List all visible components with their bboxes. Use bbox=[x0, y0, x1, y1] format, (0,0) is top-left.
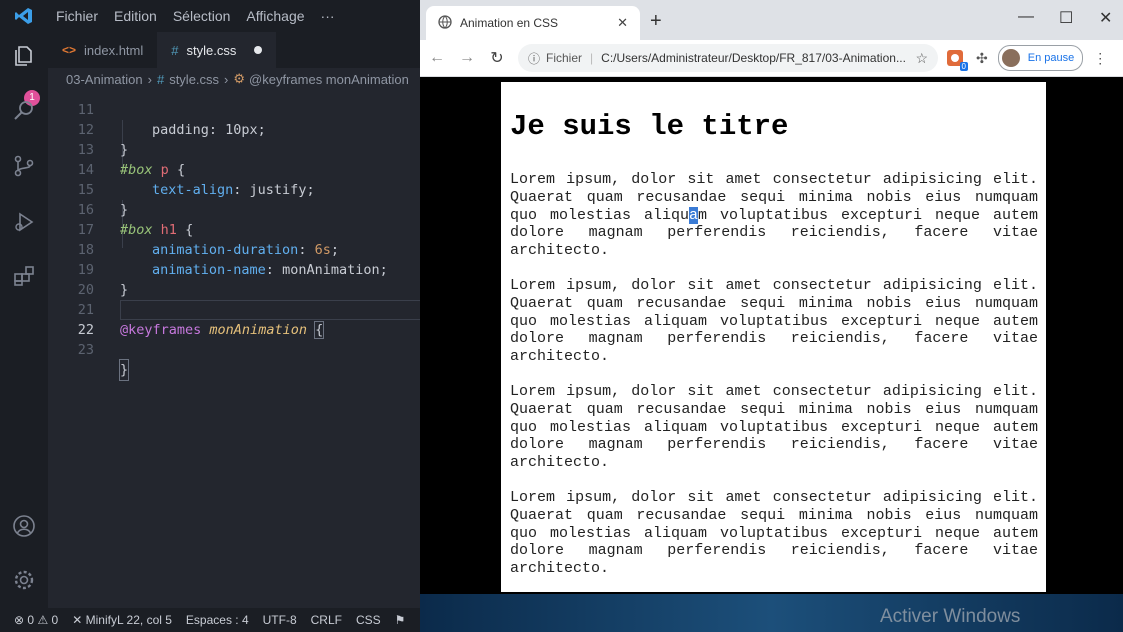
bookmark-star-icon[interactable]: ☆ bbox=[915, 50, 928, 67]
code-line: 11 padding: 10px; bbox=[77, 102, 266, 138]
css-file-icon: # bbox=[156, 71, 165, 87]
html-file-icon: <> bbox=[62, 43, 77, 57]
paragraph: Lorem ipsum, dolor sit amet consectetur … bbox=[510, 171, 1038, 260]
extension-icon[interactable]: 0 bbox=[946, 49, 968, 71]
activity-bar: 1 bbox=[0, 32, 48, 608]
menu-more[interactable]: ··· bbox=[313, 8, 343, 24]
problems-status[interactable]: ⊗ 0 ⚠ 0 bbox=[14, 613, 58, 627]
tab-index-html[interactable]: <> index.html bbox=[48, 32, 157, 68]
extensions-puzzle-icon[interactable]: ✣ bbox=[976, 50, 988, 67]
code-line: 21 @keyframes monAnimation { bbox=[77, 302, 325, 339]
symbol-icon: ⚙ bbox=[233, 71, 246, 86]
extension-badge: 0 bbox=[959, 62, 968, 71]
status-bar: ⊗ 0 ⚠ 0 ✕ Minify L 22, col 5 Espaces : 4… bbox=[0, 608, 435, 632]
globe-icon bbox=[438, 14, 452, 32]
web-page: Je suis le titre Lorem ipsum, dolor sit … bbox=[501, 82, 1046, 592]
info-icon[interactable]: ⓘ bbox=[528, 50, 540, 67]
menu-affichage[interactable]: Affichage bbox=[238, 8, 312, 24]
code-line: 17 animation-duration: 6s; bbox=[77, 222, 339, 258]
menu-selection[interactable]: Sélection bbox=[165, 8, 239, 24]
editor-tabs: <> index.html # style.css bbox=[48, 32, 420, 68]
code-line: 19 } bbox=[77, 262, 129, 298]
back-arrow-icon[interactable]: ← bbox=[424, 49, 450, 67]
eol-status[interactable]: CRLF bbox=[311, 613, 342, 627]
minify-status[interactable]: ✕ Minify bbox=[72, 613, 117, 627]
code-line: 14 text-align: justify; bbox=[77, 162, 315, 198]
browser-window: Animation en CSS ✕ + — ☐ ✕ ← → ↻ ⓘ Fichi… bbox=[420, 0, 1123, 632]
cursor-position[interactable]: L 22, col 5 bbox=[117, 613, 172, 627]
tab-label: style.css bbox=[186, 42, 237, 58]
code-line: 15 } bbox=[77, 182, 129, 218]
code-line: 13 #box p { bbox=[77, 142, 186, 178]
run-debug-icon[interactable] bbox=[12, 210, 36, 234]
close-window-icon[interactable]: ✕ bbox=[1099, 8, 1112, 28]
code-line: 16 #box h1 { bbox=[77, 202, 194, 238]
minify-icon: ✕ bbox=[72, 613, 83, 627]
breadcrumb-file[interactable]: style.css bbox=[169, 72, 219, 87]
code-editor[interactable]: 11 padding: 10px; 12 } 13 #box p { 14 te… bbox=[48, 90, 420, 608]
css-file-icon: # bbox=[171, 42, 179, 58]
forward-arrow-icon[interactable]: → bbox=[454, 49, 480, 67]
maximize-icon[interactable]: ☐ bbox=[1059, 8, 1073, 28]
address-bar[interactable]: ⓘ Fichier | C:/Users/Administrateur/Desk… bbox=[518, 44, 938, 72]
close-tab-icon[interactable]: ✕ bbox=[617, 15, 628, 31]
vscode-menubar: Fichier Edition Sélection Affichage ··· bbox=[48, 8, 343, 24]
code-line: 23 } bbox=[77, 342, 130, 381]
avatar bbox=[1001, 49, 1020, 67]
feedback-icon[interactable]: ⚑ bbox=[395, 613, 406, 627]
vscode-titlebar: Fichier Edition Sélection Affichage ··· bbox=[0, 0, 420, 32]
paragraph: Lorem ipsum, dolor sit amet consectetur … bbox=[510, 488, 1038, 578]
breadcrumb-folder[interactable]: 03-Animation bbox=[66, 72, 143, 87]
paragraph: Lorem ipsum, dolor sit amet consectetur … bbox=[510, 276, 1038, 366]
explorer-icon[interactable] bbox=[12, 44, 36, 68]
indentation-status[interactable]: Espaces : 4 bbox=[186, 613, 249, 627]
tab-style-css[interactable]: # style.css bbox=[157, 32, 277, 68]
new-tab-icon[interactable]: + bbox=[650, 10, 662, 33]
account-icon[interactable] bbox=[12, 514, 36, 538]
browser-toolbar: ← → ↻ ⓘ Fichier | C:/Users/Administrateu… bbox=[420, 40, 1123, 77]
browser-tab[interactable]: Animation en CSS ✕ bbox=[426, 6, 640, 40]
code-line-current: 22 bbox=[77, 322, 94, 338]
more-menu-icon[interactable]: ⋮ bbox=[1093, 50, 1107, 67]
code-line: 20 bbox=[77, 282, 94, 298]
address-url: C:/Users/Administrateur/Desktop/FR_817/0… bbox=[601, 51, 906, 65]
breadcrumb-symbol[interactable]: @keyframes monAnimation bbox=[249, 72, 409, 87]
text-selection: a bbox=[689, 206, 699, 224]
warning-icon: ⚠ bbox=[37, 613, 49, 627]
menu-edition[interactable]: Edition bbox=[106, 8, 165, 24]
menu-fichier[interactable]: Fichier bbox=[48, 8, 106, 24]
address-divider: | bbox=[590, 51, 594, 65]
source-control-icon[interactable] bbox=[12, 154, 36, 178]
extensions-icon[interactable] bbox=[12, 264, 36, 288]
address-scheme: Fichier bbox=[546, 51, 583, 65]
chevron-right-icon: › bbox=[147, 71, 152, 87]
tab-label: index.html bbox=[84, 42, 144, 58]
browser-titlebar: Animation en CSS ✕ + — ☐ ✕ bbox=[420, 0, 1123, 40]
encoding-status[interactable]: UTF-8 bbox=[263, 613, 297, 627]
settings-gear-icon[interactable] bbox=[12, 568, 36, 592]
profile-label: En pause bbox=[1027, 52, 1075, 64]
unsaved-dot-icon[interactable] bbox=[254, 46, 263, 54]
page-title: Je suis le titre bbox=[510, 110, 789, 143]
windows-activation-watermark: Activer Windows bbox=[880, 606, 1021, 627]
error-icon: ⊗ bbox=[14, 613, 25, 627]
minimize-icon[interactable]: — bbox=[1018, 8, 1034, 26]
paragraph: Lorem ipsum, dolor sit amet consectetur … bbox=[510, 382, 1038, 472]
search-icon[interactable] bbox=[12, 98, 36, 122]
profile-button[interactable]: En pause bbox=[997, 45, 1084, 71]
browser-tab-title: Animation en CSS bbox=[460, 16, 559, 30]
code-line: 18 animation-name: monAnimation; bbox=[77, 242, 388, 278]
language-status[interactable]: CSS bbox=[356, 613, 381, 627]
code-line: 12 } bbox=[77, 122, 129, 158]
chevron-right-icon: › bbox=[224, 71, 229, 87]
reload-icon[interactable]: ↻ bbox=[484, 48, 510, 68]
vscode-logo-icon bbox=[0, 0, 48, 32]
breadcrumb: 03-Animation › # style.css › ⚙ @keyframe… bbox=[48, 68, 420, 90]
